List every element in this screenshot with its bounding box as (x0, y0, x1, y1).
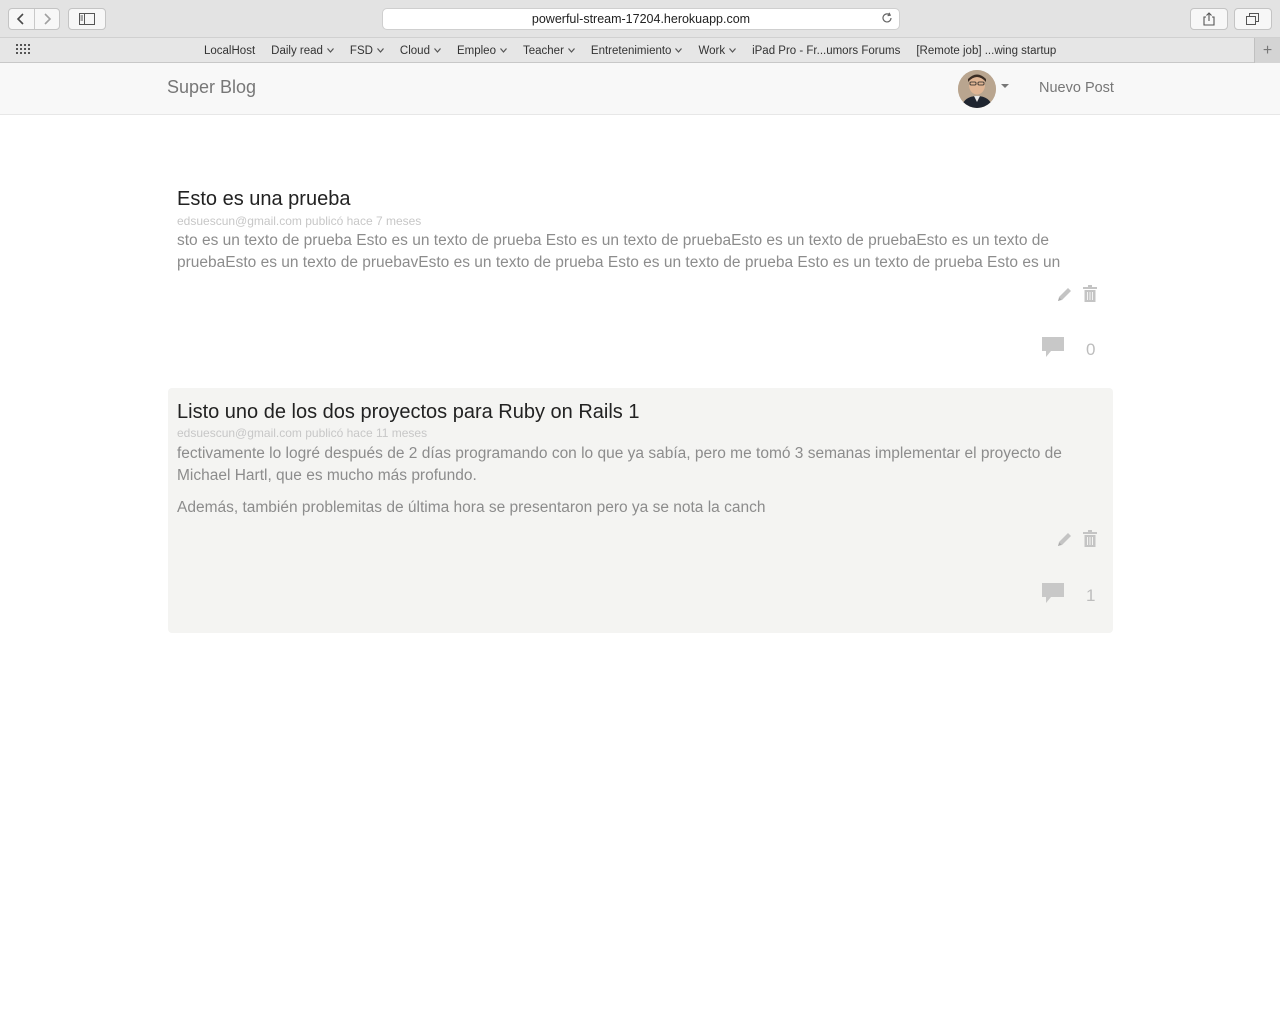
post-paragraph: fectivamente lo logré después de 2 días … (177, 445, 1062, 484)
add-bookmark-icon[interactable]: + (1254, 38, 1280, 63)
bookmark-item[interactable]: FSD (350, 45, 384, 57)
bookmark-list: LocalHost Daily read FSD Cloud Empleo Teacher… (196, 38, 1064, 63)
comment-bubble-icon (1042, 337, 1064, 363)
history-nav (8, 8, 60, 30)
bookmark-item[interactable]: Entretenimiento (591, 45, 683, 57)
sidebar-toggle-icon[interactable] (68, 8, 106, 30)
bookmark-label: Cloud (399, 44, 430, 57)
chevron-down-icon (500, 46, 507, 55)
bookmark-item[interactable]: Cloud (400, 45, 441, 57)
post-body: fectivamente lo logré después de 2 días … (177, 443, 1107, 519)
forward-arrow-icon[interactable] (33, 9, 59, 29)
bookmark-label: Teacher (522, 44, 564, 57)
edit-pencil-icon[interactable] (1054, 529, 1074, 549)
bookmark-item[interactable]: Empleo (457, 45, 507, 57)
comments-link[interactable]: 1 (1042, 583, 1095, 609)
edit-pencil-icon[interactable] (1054, 284, 1074, 304)
chevron-down-icon (376, 46, 384, 55)
user-menu-caret-icon[interactable] (1001, 84, 1009, 88)
brand-link[interactable]: Super Blog (167, 77, 256, 98)
browser-toolbar: powerful-stream-17204.herokuapp.com (0, 0, 1280, 38)
tabs-overview-icon[interactable] (1234, 8, 1272, 30)
post-title[interactable]: Listo uno de los dos proyectos para Ruby… (177, 401, 640, 424)
bookmark-item[interactable]: iPad Pro - Fr...umors Forums (752, 45, 900, 57)
delete-trash-icon[interactable] (1081, 283, 1099, 303)
post-meta: edsuescun@gmail.com publicó hace 11 mese… (177, 426, 428, 440)
reload-icon[interactable] (881, 11, 893, 27)
chevron-down-icon (675, 46, 683, 55)
comment-bubble-icon (1042, 583, 1064, 609)
address-bar[interactable]: powerful-stream-17204.herokuapp.com (382, 8, 900, 30)
apps-grid-icon[interactable] (16, 44, 30, 56)
chevron-down-icon (326, 46, 334, 55)
post-paragraph: Además, también problemitas de última ho… (177, 499, 766, 516)
delete-trash-icon[interactable] (1081, 528, 1099, 548)
bookmark-label: [Remote job] ...wing startup (916, 44, 1057, 57)
post-card: Listo uno de los dos proyectos para Ruby… (168, 388, 1113, 633)
share-icon[interactable] (1190, 8, 1228, 30)
bookmark-item[interactable]: Teacher (523, 45, 575, 57)
chevron-down-icon (567, 46, 575, 55)
bookmark-label: Empleo (456, 44, 496, 57)
bookmark-item[interactable]: Work (698, 44, 737, 57)
post-title[interactable]: Esto es una prueba (177, 188, 350, 211)
user-avatar[interactable] (958, 70, 996, 108)
bookmark-label: Entretenimiento (590, 44, 672, 57)
bookmarks-bar: LocalHost Daily read FSD Cloud Empleo Teacher… (0, 38, 1280, 63)
post-paragraph: sto es un texto de prueba Esto es un tex… (177, 232, 1061, 271)
bookmark-label: FSD (349, 44, 373, 57)
post-body: sto es un texto de prueba Esto es un tex… (177, 230, 1107, 274)
bookmark-item[interactable]: LocalHost (204, 45, 255, 57)
back-arrow-icon[interactable] (9, 9, 34, 29)
chevron-down-icon (434, 46, 441, 55)
post-card: Esto es una prueba edsuescun@gmail.com p… (168, 177, 1113, 388)
bookmark-label: Daily read (271, 44, 323, 57)
bookmark-item[interactable]: [Remote job] ...wing startup (916, 45, 1056, 57)
post-meta: edsuescun@gmail.com publicó hace 7 meses (177, 214, 422, 228)
url-text: powerful-stream-17204.herokuapp.com (531, 12, 751, 26)
comments-link[interactable]: 0 (1042, 337, 1095, 363)
bookmark-item[interactable]: Daily read (271, 45, 334, 57)
bookmark-label: iPad Pro - Fr...umors Forums (752, 44, 901, 57)
new-post-link[interactable]: Nuevo Post (1039, 80, 1114, 96)
comment-count: 1 (1086, 586, 1096, 605)
app-navbar: Super Blog Nuevo Post (0, 63, 1280, 115)
bookmark-label: Work (698, 44, 726, 57)
chevron-down-icon (729, 46, 737, 55)
comment-count: 0 (1086, 340, 1096, 359)
bookmark-label: LocalHost (204, 44, 256, 57)
